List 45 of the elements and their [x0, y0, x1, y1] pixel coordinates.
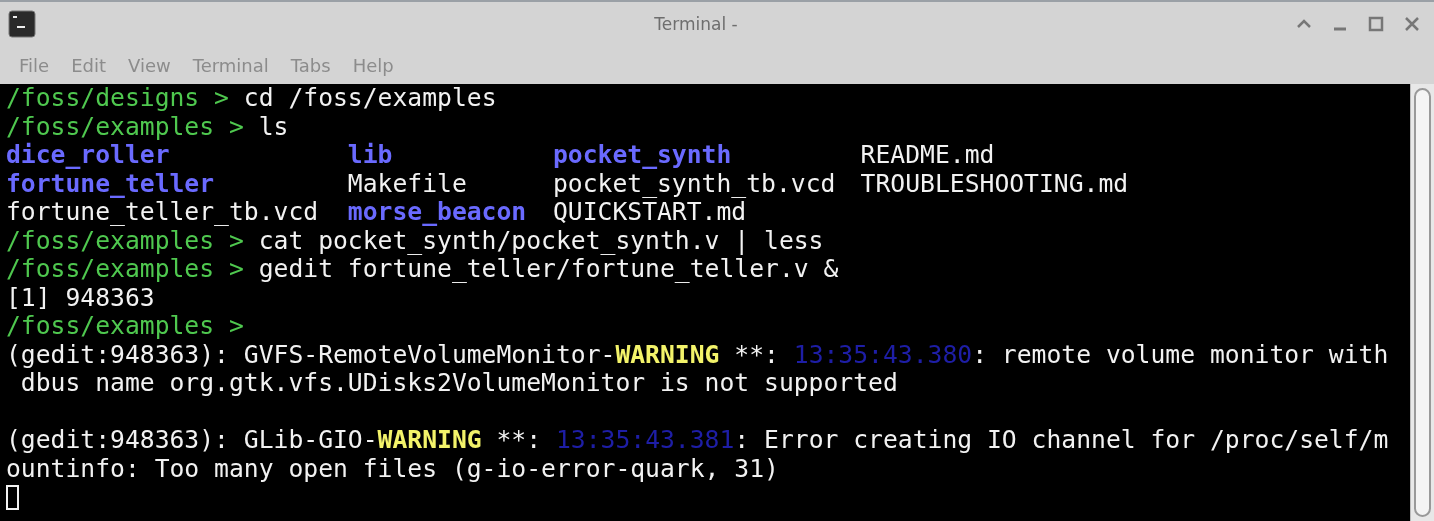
prompt-text: /foss/designs >	[6, 84, 229, 113]
prompt-text: /foss/examples >	[6, 255, 244, 284]
prompt-text: /foss/examples >	[6, 112, 244, 141]
output-text: **:	[495, 426, 543, 455]
warning-label: WARNING	[377, 426, 482, 455]
output-text: [1] 948363	[6, 283, 155, 312]
prompt-text: /foss/examples >	[6, 226, 244, 255]
menu-item[interactable]: View	[117, 50, 182, 80]
timestamp-text: 13:35:43.381	[555, 426, 735, 455]
file-name: Makefile	[347, 168, 467, 198]
directory-name: lib	[347, 140, 393, 169]
menu-item[interactable]: Terminal	[181, 50, 280, 80]
menu-item[interactable]: Tabs	[279, 50, 342, 80]
output-text: ls	[257, 112, 289, 141]
output-text: **:	[733, 340, 780, 369]
menu-item[interactable]: Help	[341, 50, 405, 80]
maximize-button[interactable]	[1368, 16, 1384, 32]
file-name: QUICKSTART.md	[552, 197, 747, 226]
output-text: (gedit:948363): GVFS-RemoteVolumeMonitor-	[6, 340, 616, 369]
directory-name: dice_roller	[6, 140, 170, 169]
terminal-app-icon	[8, 10, 36, 38]
menu-item[interactable]: Edit	[60, 50, 117, 80]
menu-item[interactable]: File	[8, 50, 61, 80]
warning-label: WARNING	[615, 340, 720, 369]
output-text: : Error creating IO channel for /proc/self/m	[734, 426, 1389, 455]
file-name: fortune_teller_tb.vcd	[6, 197, 319, 226]
directory-name: morse_beacon	[347, 197, 527, 226]
window-title: Terminal -	[653, 14, 739, 34]
file-name: pocket_synth_tb.vcd	[552, 168, 836, 198]
timestamp-text: 13:35:43.380	[793, 340, 973, 369]
directory-name: fortune_teller	[6, 168, 215, 198]
text-cursor	[6, 485, 19, 510]
output-text: (gedit:948363): GLib-GIO-	[6, 426, 378, 455]
output-text: gedit fortune_teller/fortune_teller.v &	[257, 255, 839, 284]
file-name: TROUBLESHOOTING.md	[860, 168, 1129, 198]
directory-name: pocket_synth	[552, 140, 732, 169]
file-name: README.md	[860, 140, 995, 169]
output-text: cd /foss/examples	[242, 84, 497, 113]
close-button[interactable]	[1404, 16, 1420, 32]
output-text: cat pocket_synth/pocket_synth.v | less	[258, 226, 824, 255]
prompt-text: /foss/examples >	[6, 312, 244, 341]
output-text: : remote volume monitor with	[972, 340, 1389, 369]
output-text: dbus name org.gtk.vfs.UDisks2VolumeMonitor is not supported	[19, 369, 898, 398]
minimize-button[interactable]	[1332, 27, 1348, 31]
output-text: ountinfo: Too many open files (g-io-error-quark, 31)	[6, 454, 779, 483]
